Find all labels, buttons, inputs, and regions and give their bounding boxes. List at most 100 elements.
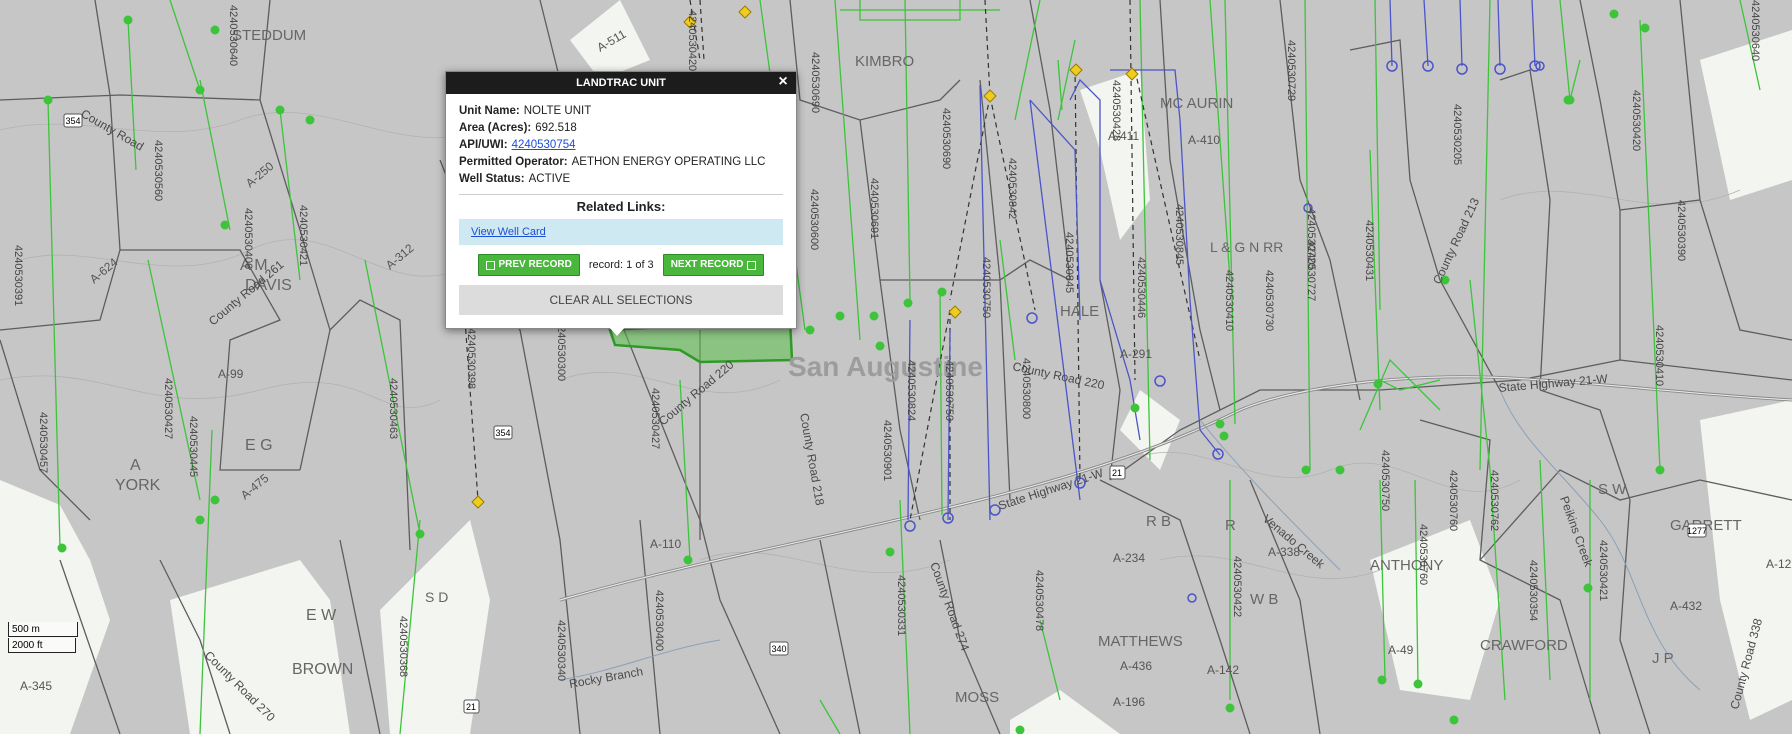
svg-text:354: 354 <box>495 428 510 438</box>
svg-text:4240530560: 4240530560 <box>152 140 164 201</box>
svg-text:4240530331: 4240530331 <box>895 575 907 636</box>
svg-text:4240530730: 4240530730 <box>1263 270 1275 331</box>
svg-text:4240530422: 4240530422 <box>1231 556 1243 617</box>
svg-text:4240530427: 4240530427 <box>649 388 661 449</box>
svg-text:A-345: A-345 <box>20 679 52 693</box>
svg-text:4240530845: 4240530845 <box>1173 204 1185 265</box>
popup-title: LANDTRAC UNIT <box>576 77 666 89</box>
svg-text:KIMBRO: KIMBRO <box>855 53 914 70</box>
svg-text:340: 340 <box>771 644 786 654</box>
field-value: ACTIVE <box>528 173 571 185</box>
field-label: API/UWI: <box>459 139 508 151</box>
svg-text:4240530690: 4240530690 <box>940 108 952 169</box>
prev-record-label: PREV RECORD <box>498 259 572 270</box>
next-record-button[interactable]: NEXT RECORD <box>662 254 765 276</box>
svg-text:4240530463: 4240530463 <box>387 378 399 439</box>
svg-text:A-49: A-49 <box>1388 643 1414 657</box>
svg-text:YORK: YORK <box>115 477 161 494</box>
svg-text:4240530420: 4240530420 <box>1630 90 1642 151</box>
svg-text:4240530457: 4240530457 <box>37 412 49 473</box>
svg-text:A-432: A-432 <box>1670 599 1702 613</box>
svg-text:S D: S D <box>425 589 448 605</box>
svg-text:ANTHONY: ANTHONY <box>1370 557 1443 574</box>
svg-text:4240530398: 4240530398 <box>465 328 477 389</box>
svg-text:4240530901: 4240530901 <box>881 420 893 481</box>
svg-text:A-436: A-436 <box>1120 659 1152 673</box>
svg-text:4240530600: 4240530600 <box>808 189 820 250</box>
svg-text:1277: 1277 <box>1687 526 1707 536</box>
scale-metric: 500 m <box>8 622 78 637</box>
api-link[interactable]: 4240530754 <box>512 139 576 151</box>
field-label: Unit Name: <box>459 105 520 117</box>
svg-text:4240530845: 4240530845 <box>1063 232 1075 293</box>
svg-text:4240530445: 4240530445 <box>187 416 199 477</box>
svg-text:4240530720: 4240530720 <box>1305 208 1317 269</box>
svg-text:A-99: A-99 <box>218 367 244 381</box>
svg-text:E W: E W <box>306 607 337 624</box>
svg-text:CRAWFORD: CRAWFORD <box>1480 637 1568 654</box>
svg-text:R B: R B <box>1146 513 1171 530</box>
svg-text:4240530391: 4240530391 <box>12 245 24 306</box>
svg-text:W B: W B <box>1250 591 1278 608</box>
scale-bar: 500 m 2000 ft <box>8 622 80 656</box>
prev-record-button[interactable]: PREV RECORD <box>477 254 580 276</box>
svg-text:4240530431: 4240530431 <box>1363 220 1375 281</box>
svg-text:A-142: A-142 <box>1207 663 1239 677</box>
scale-imperial: 2000 ft <box>8 638 76 653</box>
svg-text:4240530690: 4240530690 <box>809 52 821 113</box>
svg-text:STEDDUM: STEDDUM <box>232 27 306 44</box>
svg-text:A: A <box>130 457 141 474</box>
svg-text:4240530205: 4240530205 <box>1451 104 1463 165</box>
svg-text:A-110: A-110 <box>650 537 681 551</box>
field-unit-name: Unit Name: NOLTE UNIT <box>459 103 783 120</box>
svg-text:4240530421: 4240530421 <box>297 205 309 266</box>
svg-text:4240530410: 4240530410 <box>1653 325 1665 386</box>
svg-text:MOSS: MOSS <box>955 689 999 706</box>
svg-text:4240530300: 4240530300 <box>555 320 567 381</box>
clear-all-selections-button[interactable]: CLEAR ALL SELECTIONS <box>459 285 783 315</box>
svg-text:4240530400: 4240530400 <box>653 590 665 651</box>
svg-text:21: 21 <box>1112 468 1122 478</box>
svg-text:4240530427: 4240530427 <box>162 378 174 439</box>
svg-text:4240530760: 4240530760 <box>1447 470 1459 531</box>
svg-text:4240530406: 4240530406 <box>242 208 254 269</box>
divider <box>459 194 783 195</box>
svg-text:4240530354: 4240530354 <box>1527 560 1539 621</box>
svg-text:4240530760: 4240530760 <box>1417 524 1429 585</box>
field-value: NOLTE UNIT <box>523 105 592 117</box>
close-icon[interactable]: × <box>776 74 790 90</box>
field-label: Permitted Operator: <box>459 156 568 168</box>
svg-text:J P: J P <box>1652 650 1674 667</box>
svg-text:BROWN: BROWN <box>292 661 353 678</box>
record-status: record: 1 of 3 <box>588 259 654 271</box>
svg-text:4240530390: 4240530390 <box>1675 200 1687 261</box>
field-operator: Permitted Operator: AETHON ENERGY OPERATI… <box>459 154 783 171</box>
svg-text:R: R <box>1225 517 1236 534</box>
svg-text:4240530750: 4240530750 <box>943 360 955 421</box>
svg-text:4240530428: 4240530428 <box>1110 80 1122 141</box>
popup-header: LANDTRAC UNIT × <box>446 72 796 94</box>
svg-text:4240530640: 4240530640 <box>1749 0 1761 61</box>
svg-text:4240530750: 4240530750 <box>980 257 992 318</box>
svg-text:4240530640: 4240530640 <box>227 5 239 66</box>
svg-text:E G: E G <box>245 437 273 454</box>
related-links-title: Related Links: <box>576 199 666 214</box>
svg-text:A-122: A-122 <box>1766 557 1792 571</box>
svg-text:4240530750: 4240530750 <box>1379 450 1391 511</box>
svg-text:4240530762: 4240530762 <box>1488 470 1500 531</box>
svg-text:4240530410: 4240530410 <box>1223 270 1235 331</box>
svg-text:4240530368: 4240530368 <box>397 616 409 677</box>
svg-text:4240530842: 4240530842 <box>1006 158 1018 219</box>
map-canvas[interactable]: San Augustine STEDDUM KIMBRO MC AURIN A … <box>0 0 1792 734</box>
svg-text:L & G N RR: L & G N RR <box>1210 239 1283 255</box>
field-area: Area (Acres): 692.518 <box>459 120 783 137</box>
view-well-card-link[interactable]: View Well Card <box>471 226 546 238</box>
field-value: 692.518 <box>535 122 577 134</box>
svg-text:354: 354 <box>65 116 80 126</box>
field-well-status: Well Status: ACTIVE <box>459 171 783 188</box>
popup-pointer <box>608 326 626 336</box>
field-api-uwi: API/UWI: 4240530754 <box>459 137 783 154</box>
svg-text:4240530446: 4240530446 <box>1135 257 1147 318</box>
svg-text:A-410: A-410 <box>1188 133 1220 147</box>
svg-text:4240530421: 4240530421 <box>1597 540 1609 601</box>
